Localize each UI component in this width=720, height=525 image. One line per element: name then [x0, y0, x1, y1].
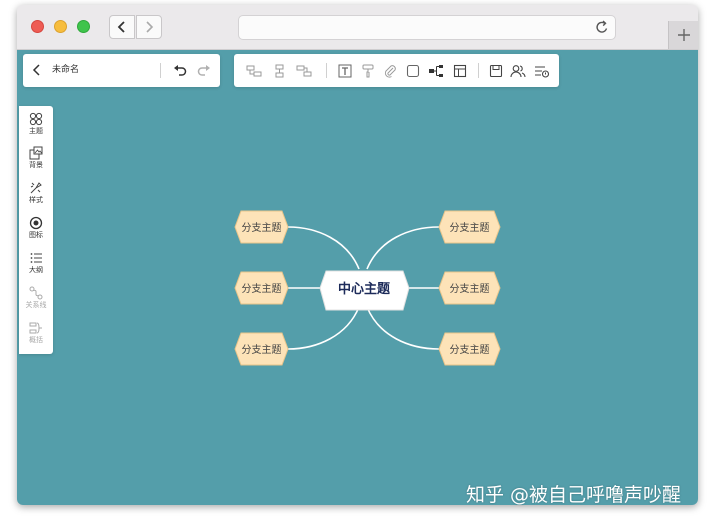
- branch-topic-label: 分支主题: [242, 283, 282, 295]
- center-topic-label: 中心主题: [338, 281, 391, 297]
- close-window-button[interactable]: [31, 20, 44, 33]
- reload-icon[interactable]: [595, 20, 609, 35]
- branch-topic-label: 分支主题: [450, 222, 490, 234]
- minimize-window-button[interactable]: [54, 20, 67, 33]
- new-tab-button[interactable]: [668, 21, 698, 49]
- branch-topic-label: 分支主题: [450, 344, 490, 356]
- center-topic[interactable]: 中心主题: [319, 270, 410, 311]
- watermark-text: 知乎 @被自己呼噜声吵醒: [466, 484, 682, 506]
- address-bar[interactable]: [238, 15, 616, 40]
- zoom-window-button[interactable]: [77, 20, 90, 33]
- plus-icon: [677, 29, 690, 41]
- chevron-right-icon: [146, 21, 154, 33]
- mindmap-canvas[interactable]: 未命名 主题 背景 样式 图标 大纲 关系线 概括 中心主题 分支主题 分支主题…: [17, 50, 698, 505]
- branch-topic-label: 分支主题: [242, 222, 282, 234]
- browser-window: 未命名 主题 背景 样式 图标 大纲 关系线 概括 中心主题 分支主题 分支主题…: [17, 5, 698, 505]
- connector-left-top: [287, 226, 360, 270]
- branch-topic-left-top[interactable]: 分支主题: [234, 210, 289, 244]
- connector-right-bottom: [366, 306, 440, 350]
- connector-left-bottom: [287, 306, 360, 350]
- browser-back-button[interactable]: [109, 15, 135, 39]
- branch-topic-left-bottom[interactable]: 分支主题: [234, 332, 289, 366]
- branch-topic-label: 分支主题: [450, 283, 490, 295]
- branch-topic-right-top[interactable]: 分支主题: [438, 210, 501, 244]
- branch-topic-right-bottom[interactable]: 分支主题: [438, 332, 501, 366]
- chevron-left-icon: [117, 21, 125, 33]
- branch-topic-right-middle[interactable]: 分支主题: [438, 271, 501, 305]
- browser-titlebar: [17, 5, 698, 50]
- branch-topic-label: 分支主题: [242, 344, 282, 356]
- browser-forward-button[interactable]: [136, 15, 162, 39]
- mindmap-diagram: 中心主题 分支主题 分支主题 分支主题 分支主题 分支主题 分支主题: [234, 210, 501, 366]
- connector-right-top: [366, 226, 440, 270]
- branch-topic-left-middle[interactable]: 分支主题: [234, 271, 289, 305]
